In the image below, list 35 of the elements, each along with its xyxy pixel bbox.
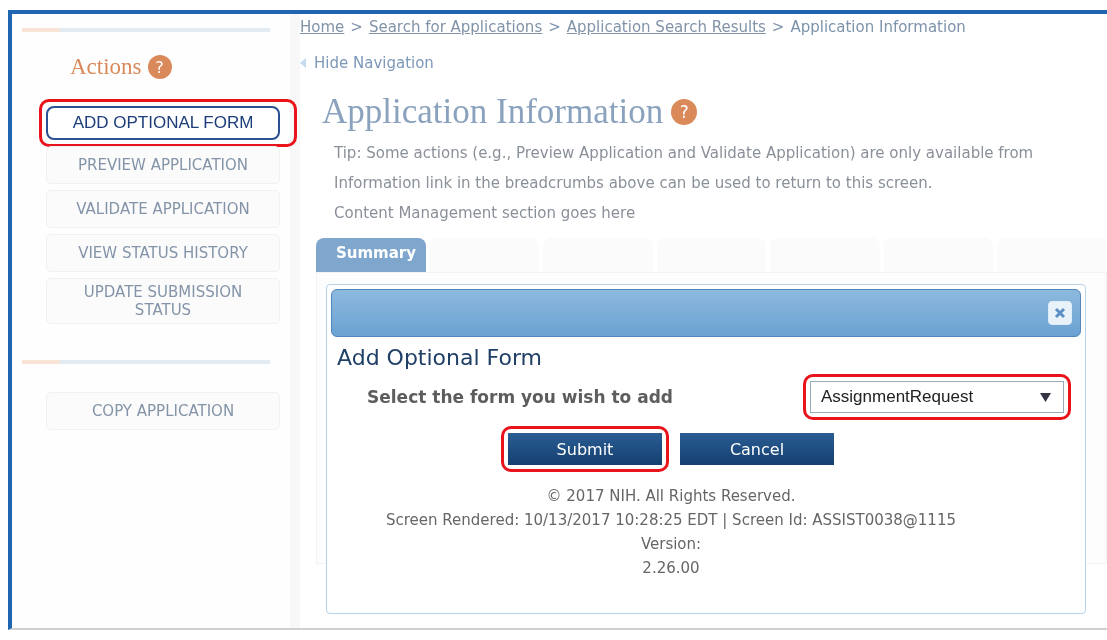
action-button[interactable]: ADD OPTIONAL FORM xyxy=(46,106,280,140)
breadcrumb-separator: > xyxy=(548,18,561,36)
help-icon[interactable]: ? xyxy=(147,55,172,79)
select-value: AssignmentRequest xyxy=(821,387,974,407)
sidebar-heading: Actions xyxy=(70,54,142,80)
form-select[interactable]: AssignmentRequest xyxy=(810,381,1064,413)
action-button[interactable]: VIEW STATUS HISTORY xyxy=(46,234,280,272)
breadcrumb-link[interactable]: Search for Applications xyxy=(368,18,543,36)
hide-navigation-link[interactable]: Hide Navigation xyxy=(314,54,434,72)
page-title: Application Information xyxy=(322,92,664,132)
tip-text: Information link in the breadcrumbs above can be used to return to this screen. xyxy=(334,174,934,192)
action-button[interactable]: COPY APPLICATION xyxy=(46,392,280,430)
dialog-title: Add Optional Form xyxy=(337,345,543,370)
breadcrumb-separator: > xyxy=(350,18,363,36)
close-icon xyxy=(1054,307,1066,319)
close-button[interactable] xyxy=(1048,301,1072,325)
breadcrumb-separator: > xyxy=(771,18,785,36)
tab[interactable]: Summary xyxy=(316,238,426,272)
field-label: Select the form you wish to add xyxy=(367,387,673,407)
content-note: Content Management section goes here xyxy=(334,204,637,222)
action-button[interactable]: VALIDATE APPLICATION xyxy=(46,190,280,228)
dialog-button[interactable]: Submit xyxy=(508,433,662,465)
action-button[interactable]: PREVIEW APPLICATION xyxy=(46,146,280,184)
dropdown-arrow-icon xyxy=(1040,392,1051,402)
dialog-button[interactable]: Cancel xyxy=(680,433,834,465)
tip-text: Tip: Some actions (e.g., Preview Application and Validate Application) are only available from xyxy=(334,144,1035,162)
breadcrumb-link[interactable]: Application Search Results xyxy=(566,18,766,36)
footer-text: © 2017 NIH. All Rights Reserved. xyxy=(545,486,797,507)
footer-text: Version: xyxy=(639,534,703,555)
footer-text: 2.26.00 xyxy=(641,558,701,579)
help-icon[interactable]: ? xyxy=(671,99,698,125)
breadcrumb-current: Application Information xyxy=(790,18,966,36)
breadcrumb-link[interactable]: Home xyxy=(300,18,345,36)
footer-text: Screen Rendered: 10/13/2017 10:28:25 EDT | Screen Id: ASSIST0038@1115 xyxy=(385,510,957,531)
action-button[interactable]: UPDATE SUBMISSION STATUS xyxy=(46,278,280,324)
